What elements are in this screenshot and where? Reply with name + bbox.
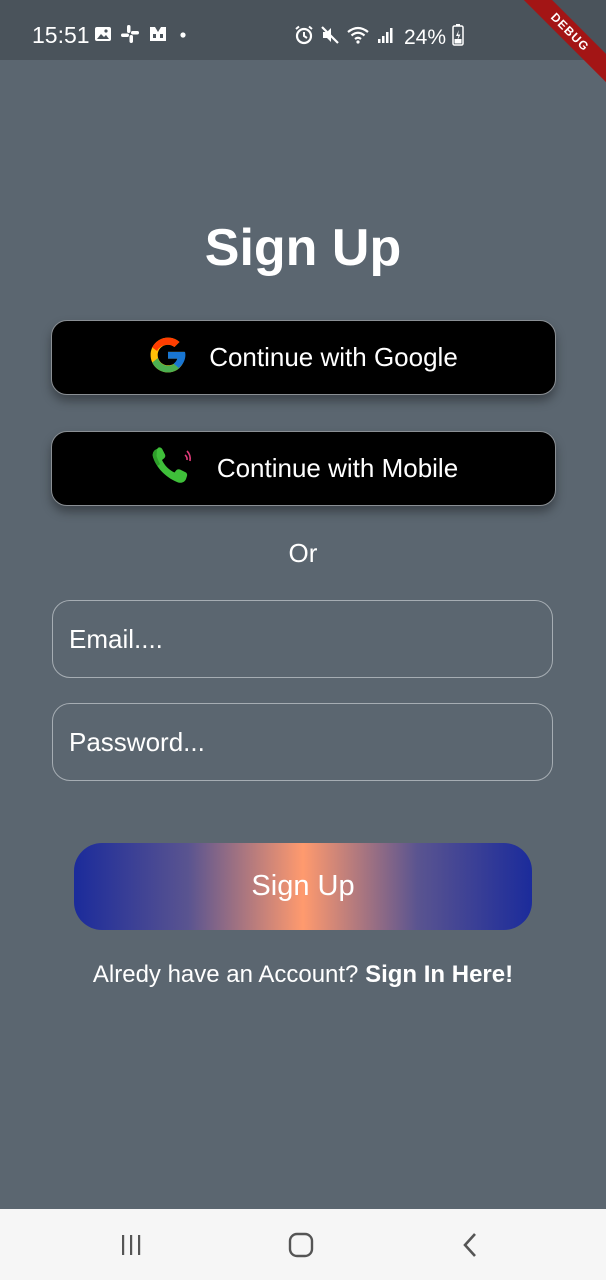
system-icons: 24% <box>294 24 464 51</box>
battery-percent: 24% <box>404 25 447 49</box>
status-time: 15:51 <box>32 22 90 48</box>
alarm-icon <box>294 25 314 50</box>
phone-icon <box>149 445 195 492</box>
password-field-container <box>52 703 553 781</box>
sign-up-screen: 15:51 24% DEBUG Sign Up Continue with Go… <box>0 0 606 1280</box>
sign-in-prompt: Alredy have an Account? Sign In Here! <box>0 961 606 989</box>
continue-with-google-button[interactable]: Continue with Google <box>51 320 556 395</box>
mobile-button-label: Continue with Mobile <box>216 453 459 483</box>
password-field[interactable] <box>53 704 552 780</box>
email-field-container <box>52 600 553 678</box>
navigation-bar <box>0 1209 606 1280</box>
signal-icon <box>376 25 396 50</box>
dot-icon <box>176 27 190 46</box>
email-field[interactable] <box>53 601 552 677</box>
sign-in-link[interactable]: Sign In Here! <box>365 961 513 988</box>
recent-apps-icon[interactable] <box>111 1229 151 1261</box>
google-button-label: Continue with Google <box>209 342 458 372</box>
status-bar: 15:51 24% DEBUG <box>0 0 606 96</box>
google-icon <box>149 336 187 379</box>
sign-in-prompt-text: Alredy have an Account? <box>92 961 366 988</box>
sign-up-button[interactable]: Sign Up <box>74 843 532 930</box>
slack-icon <box>120 24 140 49</box>
back-icon[interactable] <box>451 1229 491 1261</box>
page-title: Sign Up <box>204 219 402 277</box>
or-divider-text: Or <box>288 538 318 568</box>
mute-icon <box>320 25 340 50</box>
fit-icon <box>148 25 168 48</box>
debug-banner: DEBUG <box>506 0 606 96</box>
notification-icons <box>94 24 190 49</box>
gallery-icon <box>94 25 112 48</box>
continue-with-mobile-button[interactable]: Continue with Mobile <box>51 431 556 506</box>
wifi-icon <box>346 25 370 50</box>
home-icon[interactable] <box>281 1229 321 1261</box>
battery-icon <box>452 24 464 51</box>
